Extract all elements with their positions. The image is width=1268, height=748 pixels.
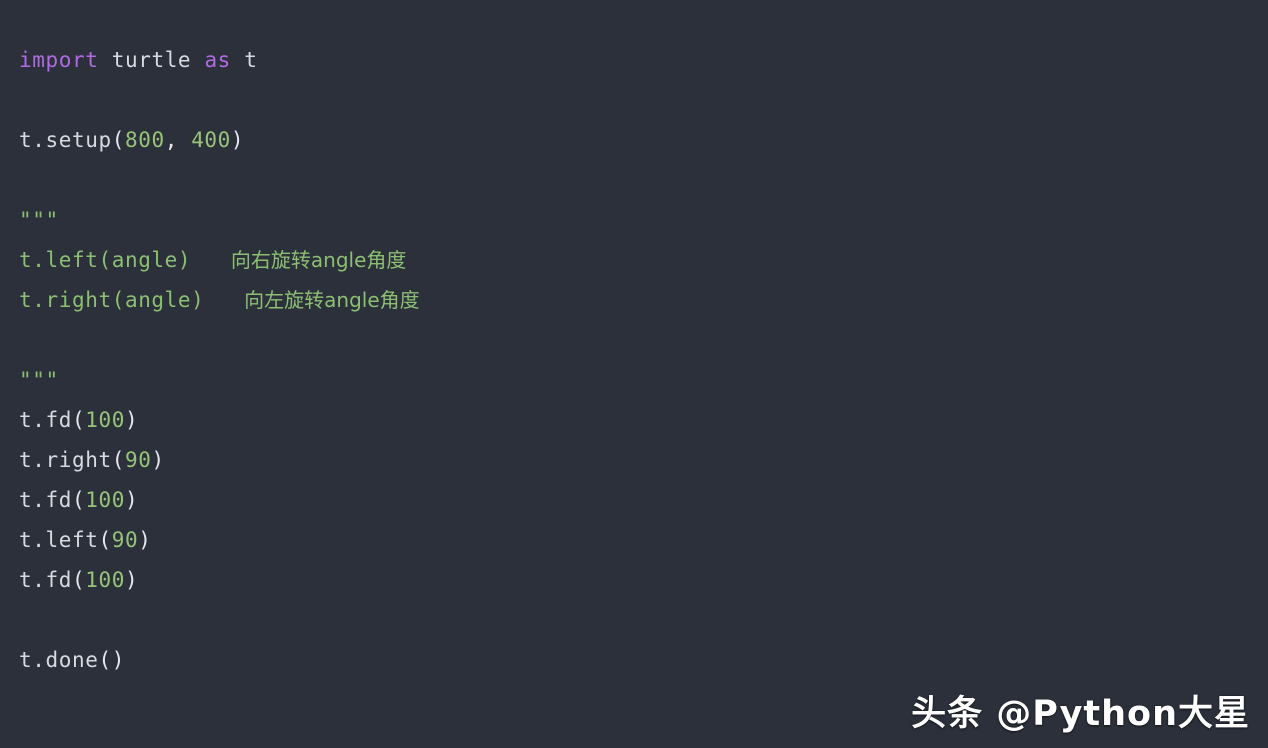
code-line[interactable]: """ [19,360,1249,400]
code-token-number: 100 [85,488,125,512]
code-token-plain: t.done [19,648,99,672]
code-line[interactable] [19,160,1249,200]
code-token-string: """ [19,368,59,392]
code-token-punct: ( [111,448,125,472]
code-token-string: t.right(angle) [19,288,205,312]
code-line[interactable] [19,320,1249,360]
code-screenshot: import turtle as t t.setup(800, 400) """… [0,0,1268,748]
code-token-number: 400 [191,128,231,152]
code-token-punct: ( [71,488,86,512]
code-token-string [191,248,231,272]
code-line[interactable]: t.left(90) [19,520,1249,560]
code-token-number: 100 [85,408,125,432]
code-token-punct: , [164,128,192,152]
code-token-plain: t.right [19,448,112,472]
code-token-punct: ( [71,568,86,592]
code-line[interactable]: """ [19,200,1249,240]
code-token-punct: ( [98,528,112,552]
code-line[interactable]: t.right(angle) 向左旋转angle角度 [19,280,1249,320]
code-token-plain: t.fd [19,488,72,512]
code-line[interactable] [19,600,1249,640]
code-token-plain: t.fd [19,408,72,432]
code-block[interactable]: import turtle as t t.setup(800, 400) """… [19,40,1249,680]
code-token-punct: ) [151,448,165,472]
watermark: 头条 @Python大星 [911,694,1250,734]
code-token-punct: ) [138,528,152,552]
code-token-punct: ) [124,408,139,432]
code-token-number: 90 [124,448,152,472]
code-token-plain: t [244,48,258,72]
code-token-cjk: 向左旋转angle角度 [244,288,420,312]
code-token-punct: ) [124,488,139,512]
code-line[interactable]: t.right(90) [19,440,1249,480]
code-line[interactable]: t.setup(800, 400) [19,120,1249,160]
code-line[interactable] [19,80,1249,120]
code-line[interactable]: t.done() [19,640,1249,680]
code-token-number: 90 [111,528,139,552]
code-token-plain: t.setup [19,128,112,152]
code-line[interactable]: import turtle as t [19,40,1249,80]
code-token-punct: () [98,648,125,672]
code-token-number: 100 [85,568,125,592]
code-token-cjk: 向右旋转angle角度 [230,248,407,272]
code-line[interactable]: t.left(angle) 向右旋转angle角度 [19,240,1249,280]
code-token-punct: ( [71,408,86,432]
code-token-punct: ( [111,128,125,152]
code-token-keyword: import [19,48,99,72]
code-token-string: """ [19,208,59,232]
code-token-plain: t.fd [19,568,72,592]
code-line[interactable]: t.fd(100) [19,400,1249,440]
code-token-number: 800 [124,128,165,152]
code-token-punct: ) [124,568,139,592]
code-token-punct: ) [230,128,245,152]
code-token-plain: turtle [111,48,192,72]
code-token-keyword: as [204,48,231,72]
code-token-string [204,288,244,312]
code-token-string: t.left(angle) [19,248,192,272]
code-line[interactable]: t.fd(100) [19,480,1249,520]
code-token-plain: t.left [19,528,99,552]
code-line[interactable]: t.fd(100) [19,560,1249,600]
